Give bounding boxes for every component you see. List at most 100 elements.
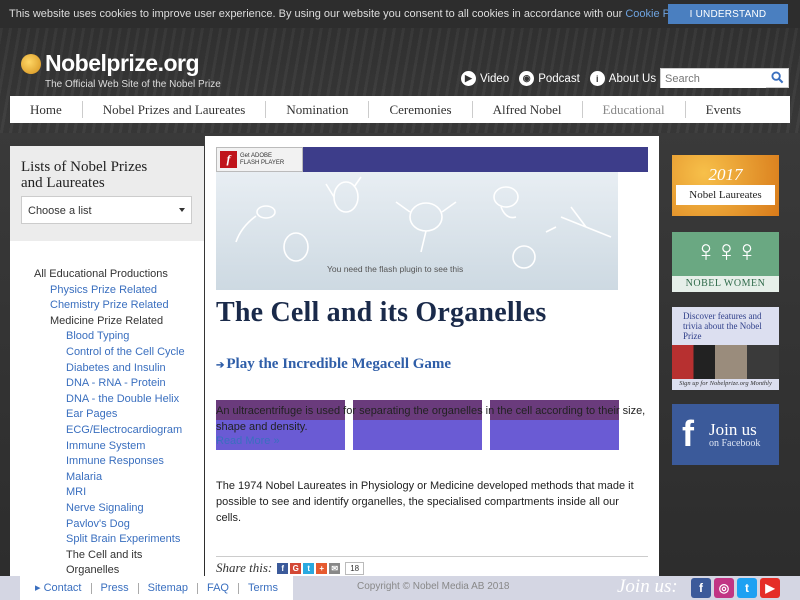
video-link[interactable]: ▶ Video xyxy=(461,71,509,86)
nobel-women-banner[interactable]: ♀♀♀ NOBEL WOMEN xyxy=(672,232,779,292)
page-title: The Cell and its Organelles xyxy=(216,297,547,328)
footer-contact[interactable]: ▸ Contact xyxy=(26,582,92,594)
footer-terms[interactable]: Terms xyxy=(239,582,287,594)
nav-nomination[interactable]: Nomination xyxy=(266,101,370,118)
newsletter-banner[interactable]: Discover features and trivia about the N… xyxy=(672,307,779,390)
nobel-medal-icon xyxy=(21,53,41,74)
fb-on-text: on Facebook xyxy=(709,438,761,449)
podcast-link[interactable]: ◉ Podcast xyxy=(519,71,580,86)
flash-message: You need the flash plugin to see this xyxy=(327,264,464,274)
tree-item[interactable]: Blood Typing xyxy=(10,329,185,345)
facebook-icon: f xyxy=(682,413,694,454)
site-tagline: The Official Web Site of the Nobel Prize xyxy=(45,79,221,90)
twitter-share-icon[interactable]: t xyxy=(303,562,315,574)
addthis-share-icon[interactable]: + xyxy=(316,562,328,574)
choose-list-select[interactable]: Choose a list xyxy=(21,196,192,224)
footer-sitemap[interactable]: Sitemap xyxy=(139,582,198,594)
laureates-year: 2017 xyxy=(708,165,743,184)
search-box xyxy=(660,68,789,88)
female-symbol-icon: ♀♀♀ xyxy=(694,235,759,268)
footer-links: ▸ Contact Press Sitemap FAQ Terms xyxy=(20,576,293,600)
tree-item[interactable]: Immune Responses xyxy=(10,454,185,470)
sidebar-heading: Lists of Nobel Prizes and Laureates xyxy=(21,159,148,191)
tree-physics[interactable]: Physics Prize Related xyxy=(10,283,185,299)
flash-button-text: Get ADOBE FLASH PLAYER xyxy=(240,152,285,166)
flash-banner: f Get ADOBE FLASH PLAYER xyxy=(216,147,648,172)
tree-item[interactable]: DNA - RNA - Protein xyxy=(10,376,185,392)
educational-tree: All Educational Productions Physics Priz… xyxy=(10,267,185,579)
intro-paragraph: The 1974 Nobel Laureates in Physiology o… xyxy=(216,480,634,524)
ultracentrifuge-text: An ultracentrifuge is used for separatin… xyxy=(216,405,646,433)
nav-ceremonies[interactable]: Ceremonies xyxy=(369,101,473,118)
instagram-icon[interactable]: ◎ xyxy=(714,578,734,598)
info-icon: i xyxy=(589,71,605,86)
nav-events[interactable]: Events xyxy=(686,101,761,118)
site-logo[interactable]: Nobelprize.org xyxy=(21,50,200,77)
tree-item-current[interactable]: The Cell and its xyxy=(10,548,185,564)
tree-item[interactable]: DNA - the Double Helix xyxy=(10,392,185,408)
signup-text: Sign up for Nobelprize.org Monthly xyxy=(679,380,772,387)
tree-all-productions[interactable]: All Educational Productions xyxy=(10,267,185,283)
tree-item[interactable]: Control of the Cell Cycle xyxy=(10,345,185,361)
read-more-link[interactable]: Read More » xyxy=(216,435,280,447)
laureates-2017-banner[interactable]: 2017 Nobel Laureates xyxy=(672,155,779,216)
about-label: About Us xyxy=(608,72,657,85)
play-icon: ▶ xyxy=(461,71,476,86)
nav-prizes-laureates[interactable]: Nobel Prizes and Laureates xyxy=(83,101,267,118)
share-bar: Share this: f G t + ✉ 18 xyxy=(216,560,365,576)
select-value: Choose a list xyxy=(28,205,92,217)
nav-educational[interactable]: Educational xyxy=(583,101,686,118)
facebook-banner[interactable]: f Join us on Facebook xyxy=(672,404,779,465)
share-label: Share this: xyxy=(216,560,273,575)
laureate-photos xyxy=(672,345,779,379)
tree-item[interactable]: Immune System xyxy=(10,439,185,455)
tree-item[interactable]: Ear Pages xyxy=(10,407,185,423)
youtube-icon[interactable]: ▶ xyxy=(760,578,780,598)
laureates-label: Nobel Laureates xyxy=(676,185,775,205)
footer-faq[interactable]: FAQ xyxy=(198,582,239,594)
twitter-icon[interactable]: t xyxy=(737,578,757,598)
chevron-down-icon xyxy=(179,208,185,212)
tree-item[interactable]: Split Brain Experiments xyxy=(10,532,185,548)
megacell-game-link[interactable]: ➔ Play the Incredible Megacell Game xyxy=(216,356,451,373)
email-share-icon[interactable]: ✉ xyxy=(329,562,341,574)
cookie-text: This website uses cookies to improve use… xyxy=(9,8,623,20)
search-icon[interactable] xyxy=(771,71,784,84)
get-flash-button[interactable]: f Get ADOBE FLASH PLAYER xyxy=(216,147,303,172)
googleplus-share-icon[interactable]: G xyxy=(290,562,302,574)
tree-item[interactable]: Pavlov's Dog xyxy=(10,517,185,533)
main-content: f Get ADOBE FLASH PLAYER You need the fla… xyxy=(205,136,659,576)
video-label: Video xyxy=(480,72,510,85)
main-nav: Home Nobel Prizes and Laureates Nominati… xyxy=(10,96,790,123)
facebook-icon[interactable]: f xyxy=(691,578,711,598)
tree-item[interactable]: ECG/Electrocardiogram xyxy=(10,423,185,439)
top-links: ▶ Video ◉ Podcast i About Us xyxy=(461,71,666,86)
join-us-label: Join us: xyxy=(617,576,678,597)
nobel-women-label: NOBEL WOMEN xyxy=(672,276,779,292)
footer: ▸ Contact Press Sitemap FAQ Terms Copyri… xyxy=(0,576,800,600)
tree-medicine[interactable]: Medicine Prize Related xyxy=(10,314,185,330)
trivia-text: Discover features and trivia about the N… xyxy=(683,311,762,341)
podcast-label: Podcast xyxy=(538,72,580,85)
share-divider xyxy=(216,556,648,557)
copyright: Copyright © Nobel Media AB 2018 xyxy=(357,581,510,592)
game-link-label: Play the Incredible Megacell Game xyxy=(226,356,452,372)
tree-item[interactable]: Nerve Signaling xyxy=(10,501,185,517)
nav-home[interactable]: Home xyxy=(10,101,83,118)
tree-item[interactable]: Diabetes and Insulin xyxy=(10,361,185,377)
tree-chemistry[interactable]: Chemistry Prize Related xyxy=(10,298,185,314)
nav-alfred-nobel[interactable]: Alfred Nobel xyxy=(473,101,583,118)
cookie-bar: This website uses cookies to improve use… xyxy=(0,0,800,28)
podcast-icon: ◉ xyxy=(519,71,535,86)
arrow-right-icon: ➔ xyxy=(216,360,225,371)
search-input[interactable] xyxy=(661,70,766,88)
share-count: 18 xyxy=(345,561,365,575)
footer-press[interactable]: Press xyxy=(92,582,139,594)
cookie-accept-button[interactable]: I UNDERSTAND xyxy=(668,4,788,24)
logo-text: Nobelprize.org xyxy=(45,50,200,76)
tree-item[interactable]: MRI xyxy=(10,485,185,501)
tree-item[interactable]: Malaria xyxy=(10,470,185,486)
facebook-share-icon[interactable]: f xyxy=(277,562,289,574)
about-link[interactable]: i About Us xyxy=(589,71,657,86)
flash-logo-icon: f xyxy=(220,151,237,168)
